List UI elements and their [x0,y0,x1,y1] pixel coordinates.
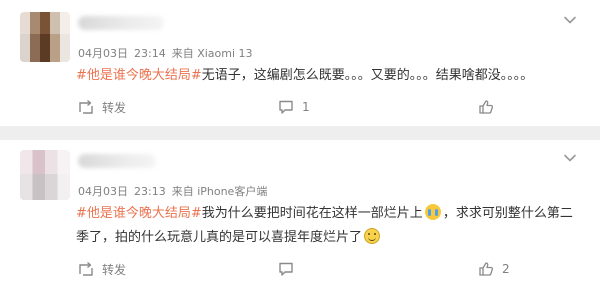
like-icon [479,262,494,276]
forward-button[interactable]: 转发 [78,259,126,279]
username-blurred[interactable] [78,16,164,30]
forward-button[interactable]: 转发 [78,97,126,117]
comment-card: 04月03日 23:14 来自 Xiaomi 13 #他是谁今晚大结局#无语子，这编… [0,0,600,126]
comment-date: 04月03日 [78,185,128,198]
comment-card: 04月03日 23:13 来自 iPhone客户端 #他是谁今晚大结局#我为什么要把… [0,140,600,296]
like-icon [479,100,494,114]
username-blurred[interactable] [78,154,156,168]
comment-count: 1 [302,100,310,114]
topic-link[interactable]: #他是谁今晚大结局# [76,68,202,83]
action-bar: 转发 1 [0,97,600,117]
comment-body: 无语子，这编剧怎么既要。。。又要的。。。结果啥都没。。。。 [201,68,534,83]
comment-meta: 04月03日 23:14 来自 Xiaomi 13 [78,45,259,61]
comment-text: #他是谁今晚大结局#我为什么要把时间花在这样一部烂片上 ，求求可别整什么第二季了，… [76,202,576,250]
chevron-down-icon[interactable] [562,12,578,28]
avatar[interactable] [20,12,70,62]
like-count: 2 [502,262,510,276]
action-bar: 转发 2 [0,259,600,279]
topic-link[interactable]: #他是谁今晚大结局# [76,206,202,221]
forward-label: 转发 [102,262,127,277]
chevron-down-icon[interactable] [562,150,578,166]
comment-date: 04月03日 [78,47,128,60]
forward-icon [79,99,93,114]
comment-text: #他是谁今晚大结局#无语子，这编剧怎么既要。。。又要的。。。结果啥都没。。。。 [76,64,576,88]
smile-emoji-icon [364,228,381,244]
comment-meta: 04月03日 23:13 来自 iPhone客户端 [78,183,273,199]
comment-source: 来自 iPhone客户端 [171,185,268,198]
avatar[interactable] [20,150,70,200]
comment-button[interactable]: 1 [278,97,310,117]
comment-icon [279,262,293,276]
comment-body-part1: 我为什么要把时间花在这样一部烂片上 [201,206,423,221]
like-button[interactable] [478,97,502,117]
comment-button[interactable] [278,259,302,279]
comment-time: 23:14 [134,47,166,60]
comment-icon [279,100,293,114]
forward-label: 转发 [102,100,127,115]
comment-feed: 04月03日 23:14 来自 Xiaomi 13 #他是谁今晚大结局#无语子，这编… [0,0,600,296]
comment-source: 来自 Xiaomi 13 [171,47,253,60]
like-button[interactable]: 2 [478,259,510,279]
forward-icon [79,261,93,276]
comment-time: 23:13 [134,185,166,198]
crying-emoji-icon [424,204,441,220]
